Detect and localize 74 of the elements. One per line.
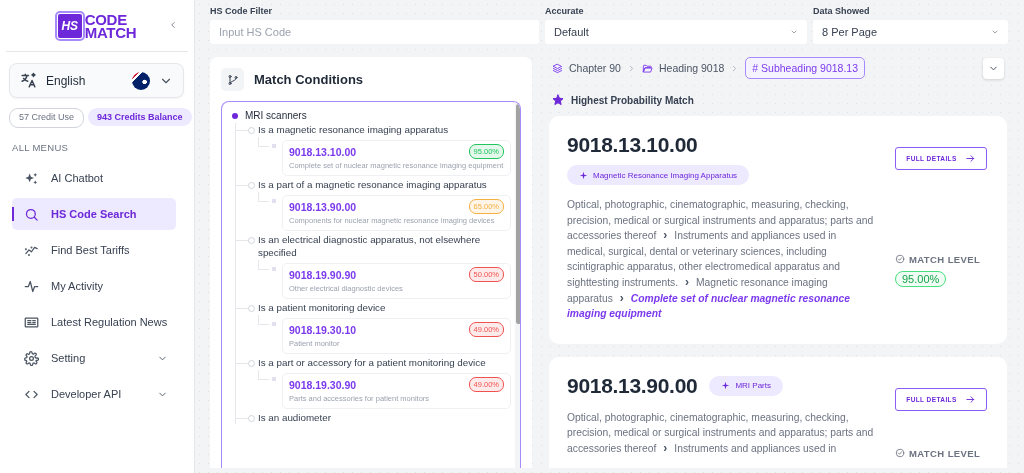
hs-code: 9018.13.10.00	[289, 145, 357, 158]
hs-code: 9018.13.90.00	[289, 200, 357, 213]
logo-mark: HS	[57, 13, 82, 38]
filter-label: Data Showed	[813, 6, 871, 16]
condition-text: Is a patient monitoring device	[257, 301, 387, 314]
hs-code: 9018.13.10.00	[567, 133, 698, 157]
tree-node-icon	[248, 182, 255, 189]
condition-text: Is a magnetic resonance imaging apparatus	[257, 123, 450, 136]
credit-use-badge: 57 Credit Use	[9, 108, 85, 128]
filter-label: Accurate	[545, 6, 585, 16]
hs-code: 9018.19.30.90	[289, 378, 357, 391]
dropdown[interactable]: 8 Per Page	[813, 20, 1008, 44]
branch-icon	[226, 73, 239, 86]
expand-button[interactable]	[983, 57, 1004, 79]
category-tag: Magnetic Resonance Imaging Apparatus	[567, 165, 750, 185]
menu-item[interactable]: Setting	[12, 342, 176, 374]
condition-text: Is an audiometer	[257, 411, 332, 424]
condition-text: Is an electrical diagnostic apparatus, not elsewhere specified	[257, 233, 482, 259]
menu-item[interactable]: My Activity	[12, 270, 176, 302]
tree-node-icon	[248, 360, 255, 367]
search-icon	[24, 206, 39, 222]
match-level-label: MATCH LEVEL	[909, 253, 981, 265]
newspaper-icon	[24, 314, 39, 330]
hs-code: 9018.19.90.90	[289, 268, 357, 281]
breadcrumb-link[interactable]: Chapter 90	[552, 57, 621, 79]
settings-icon	[24, 350, 39, 366]
check-circle-icon	[895, 254, 905, 265]
section-title: Highest Probability Match	[571, 94, 694, 106]
menu-item[interactable]: Latest Regulation News	[12, 306, 176, 338]
hs-code: 9018.13.90.00	[567, 373, 698, 398]
sparkle-icon	[721, 381, 731, 391]
category-tag: MRI Parts	[709, 375, 783, 396]
flag-icon	[132, 71, 150, 90]
translate-icon	[20, 72, 37, 89]
sparkle-icon	[24, 170, 39, 186]
breadcrumb-link[interactable]: # Subheading 9018.13	[745, 57, 866, 79]
section-title: ALL MENUS	[12, 142, 70, 153]
language-selector[interactable]: English	[9, 63, 184, 98]
tree-node-icon	[248, 305, 255, 312]
menu-item[interactable]: AI Chatbot	[12, 162, 176, 194]
panel-title: Match Conditions	[254, 72, 364, 87]
breadcrumb-link[interactable]: Heading 9018	[641, 57, 725, 79]
layers-icon	[552, 62, 563, 74]
dropdown[interactable]: Default	[545, 20, 807, 44]
arrow-right-icon	[964, 393, 976, 405]
check-circle-icon	[895, 448, 905, 459]
scrollbar[interactable]	[515, 102, 520, 468]
condition-text: Is a part of a magnetic resonance imaging apparatus	[257, 178, 488, 191]
tree-node-icon	[248, 127, 255, 134]
logo-text: CODE	[84, 12, 128, 26]
condition-text: Is a part or accessory for a patient monitoring device	[257, 356, 487, 369]
category-path-text: Optical, photographic, cinematographic, measuring, checking, precision, medical or surgical instruments and apparatus; parts and accessories thereof › Instruments and appliances used in medical, surgical, dental or veterinary sciences, including scintigraphic apparatus, other electromedical apparatus and sighttesting instruments. › Magnetic resonance imaging apparatus › Complete set of nuclear magnetic resonance imaging equipment	[567, 198, 875, 322]
hs-code-input[interactable]: Input HS Code	[210, 20, 539, 44]
category-path-text: Optical, photographic, cinematographic, measuring, checking, precision, medical or surgical instruments and apparatus; parts and accessories thereof › Instruments and appliances used in	[567, 410, 875, 457]
pulse-icon	[24, 278, 39, 294]
logo-text: MATCH	[84, 25, 137, 39]
tree-node-icon	[248, 415, 255, 422]
menu-item[interactable]: Developer API	[12, 378, 176, 410]
menu-item[interactable]: Find Best Tariffs	[12, 234, 176, 266]
sparkle-icon	[579, 170, 588, 180]
hs-code: 9018.19.30.10	[289, 323, 357, 336]
match-level-label: MATCH LEVEL	[909, 447, 981, 459]
star-icon	[552, 94, 564, 106]
folder-icon	[641, 62, 653, 74]
chevron-left-icon	[168, 20, 178, 30]
menu-item[interactable]: HS Code Search	[12, 198, 176, 230]
filter-label: HS Code Filter	[210, 6, 273, 16]
match-level-badge: 95.00%	[895, 270, 947, 287]
chevron-down-icon	[991, 28, 999, 36]
credit-balance-badge: 943 Credits Balance	[88, 108, 192, 126]
chevron-down-icon	[790, 28, 798, 36]
root-label: MRI scanners	[245, 110, 307, 121]
arrow-right-icon	[964, 153, 976, 164]
tree-node-icon	[248, 237, 255, 244]
